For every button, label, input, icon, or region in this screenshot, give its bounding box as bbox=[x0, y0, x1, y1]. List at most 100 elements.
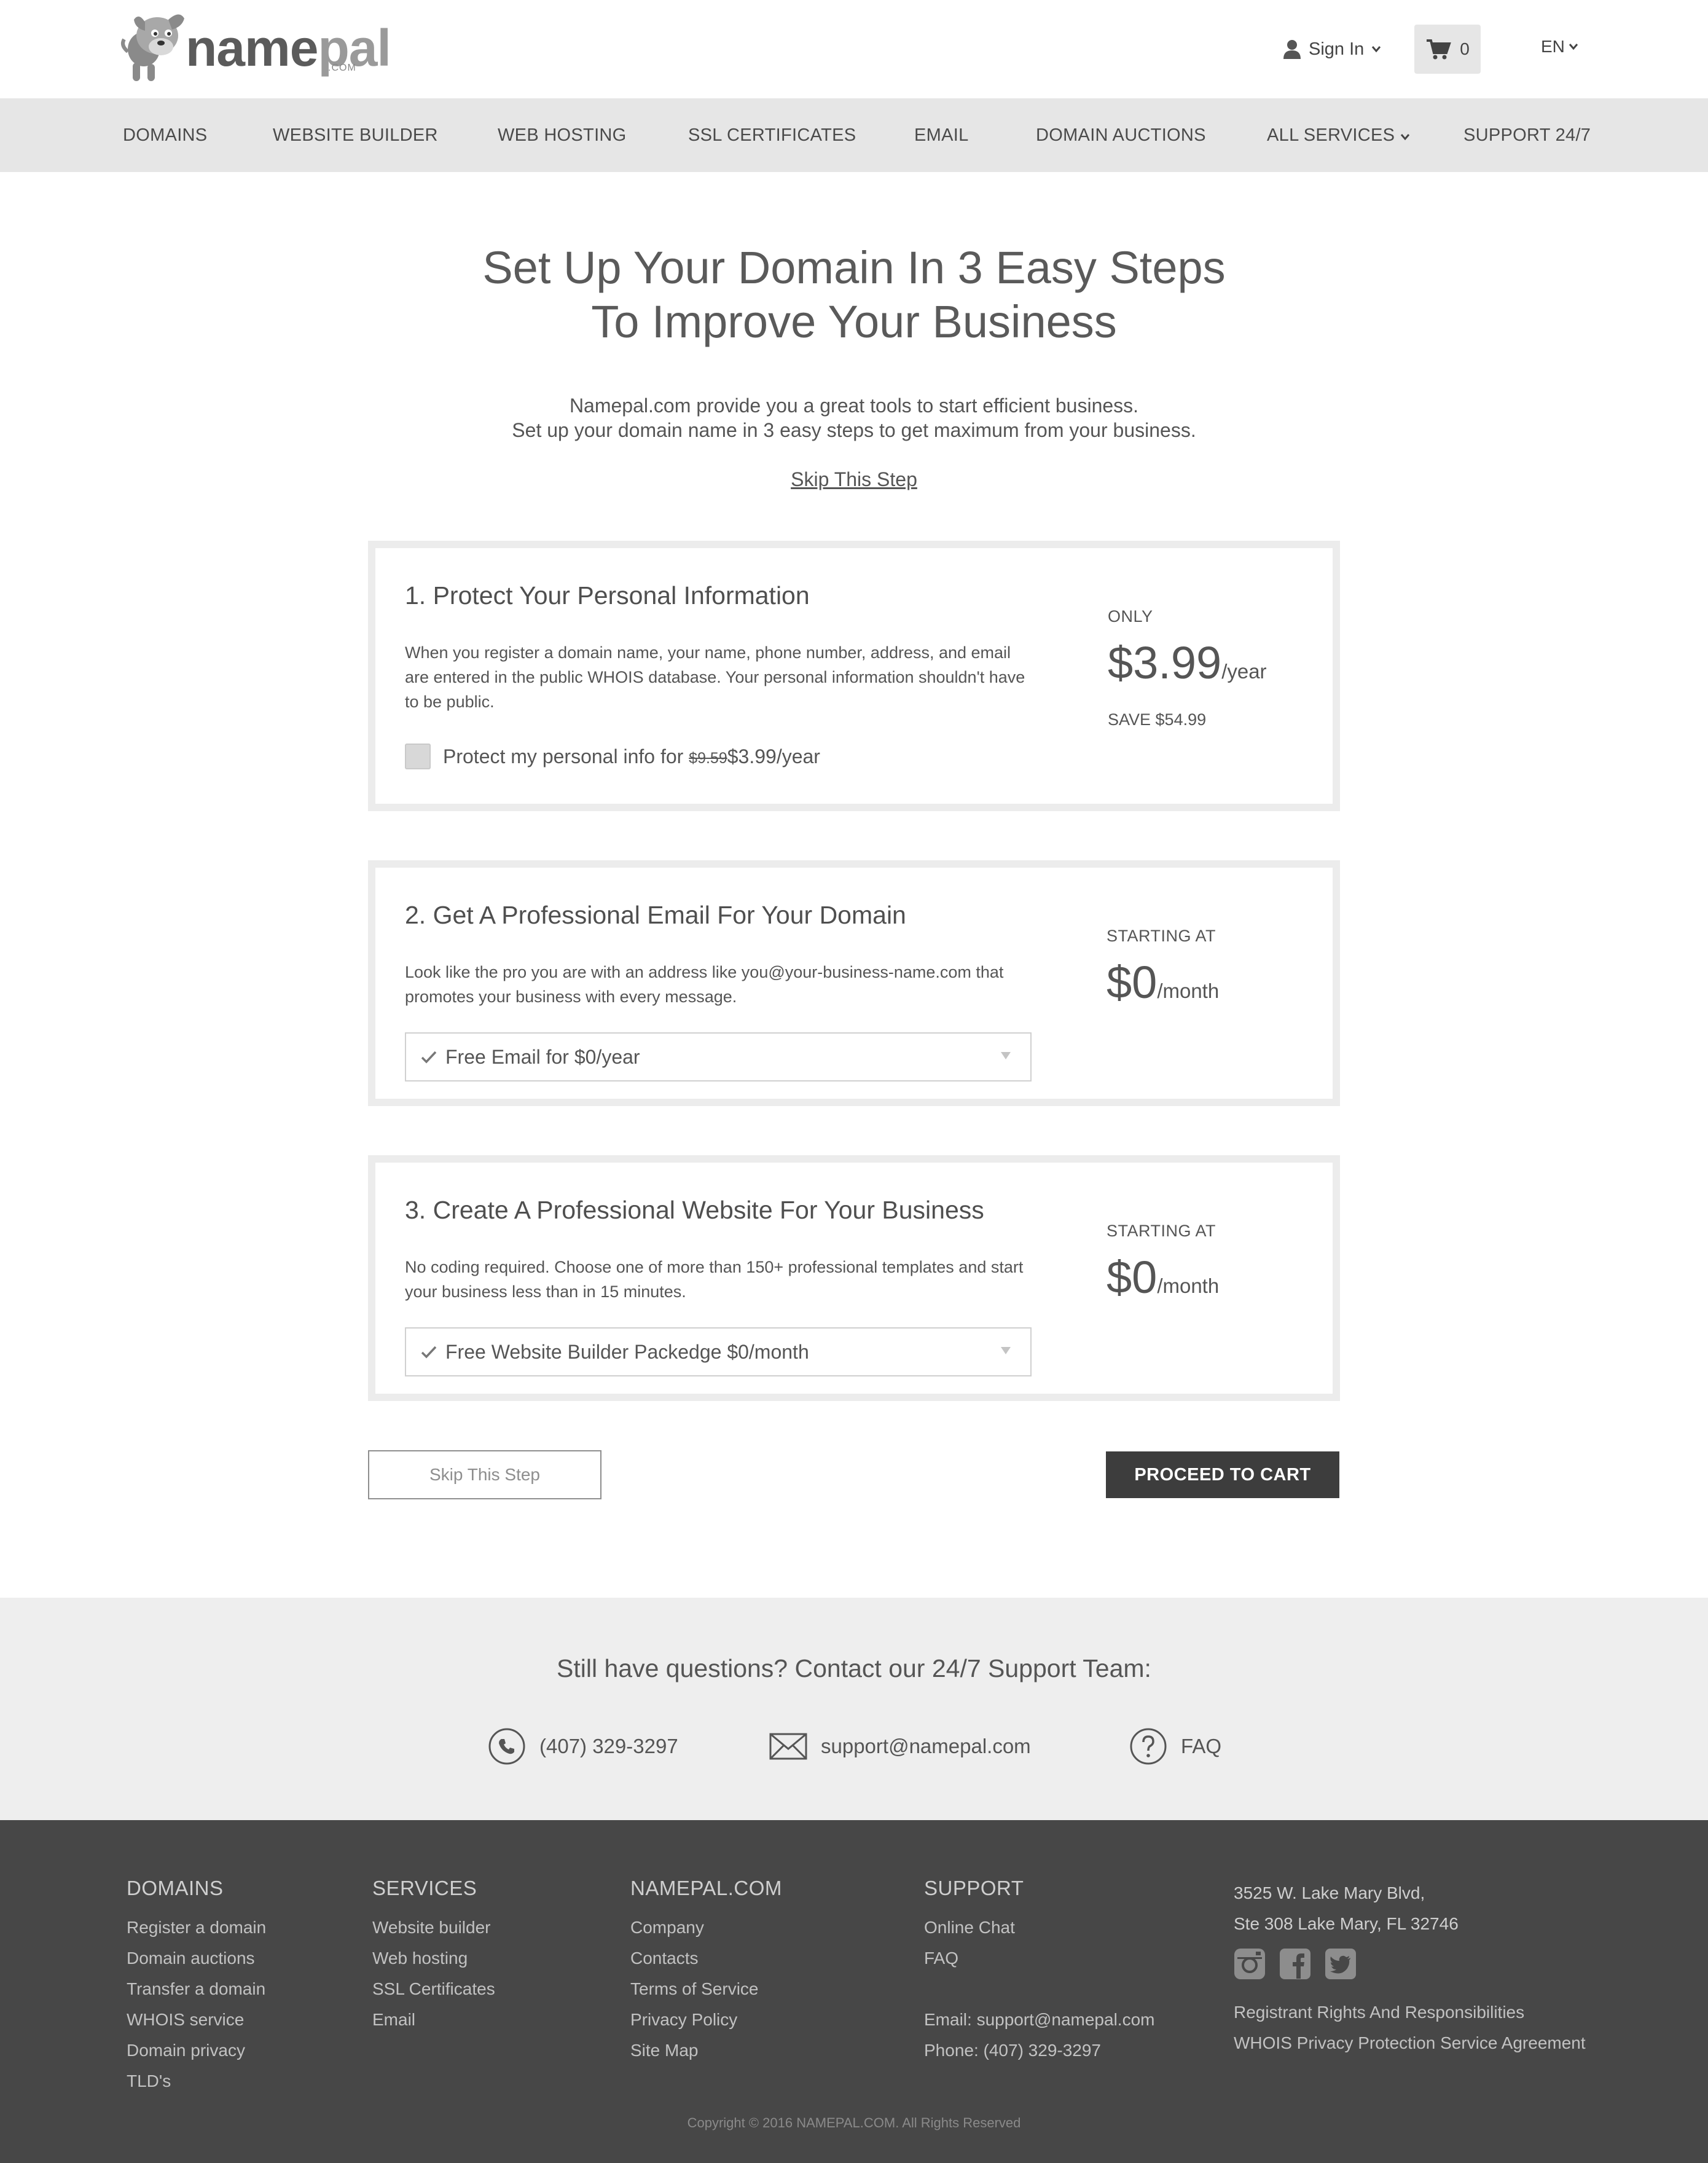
email-plan-select[interactable]: Free Email for $0/year bbox=[405, 1032, 1032, 1082]
nav-item-support[interactable]: SUPPORT 24/7 bbox=[1463, 98, 1591, 172]
support-email-address: support@namepal.com bbox=[821, 1735, 1031, 1757]
footer-link[interactable]: SSL Certificates bbox=[372, 1974, 495, 2004]
website-plan-select[interactable]: Free Website Builder Packedge $0/month bbox=[405, 1327, 1032, 1376]
page-title: Set Up Your Domain In 3 Easy Steps To Im… bbox=[0, 241, 1708, 349]
twitter-icon[interactable] bbox=[1325, 1948, 1357, 1980]
footer-heading: SUPPORT bbox=[924, 1877, 1024, 1899]
footer-legal-link[interactable]: WHOIS Privacy Protection Service Agreeme… bbox=[1234, 2028, 1586, 2059]
footer-link[interactable]: Web hosting bbox=[372, 1943, 495, 1974]
new-price: $3.99/year bbox=[727, 745, 820, 767]
cart-button[interactable]: 0 bbox=[1414, 25, 1481, 74]
dog-mascot-icon bbox=[121, 14, 184, 81]
step-price: $0/month bbox=[1107, 957, 1220, 1008]
nav-item-email[interactable]: EMAIL bbox=[914, 98, 969, 172]
proceed-to-cart-button[interactable]: PROCEED TO CART bbox=[1106, 1451, 1339, 1498]
footer-link[interactable]: Domain auctions bbox=[127, 1943, 266, 1974]
support-faq-label: FAQ bbox=[1181, 1735, 1222, 1757]
support-faq[interactable]: FAQ bbox=[1129, 1727, 1221, 1766]
step-description: When you register a domain name, your na… bbox=[405, 643, 1025, 711]
language-selector[interactable]: EN bbox=[1541, 37, 1578, 57]
page-subtitle-line1: Namepal.com provide you a great tools to… bbox=[569, 395, 1139, 417]
all-services-label: ALL SERVICES bbox=[1267, 125, 1395, 145]
skip-step-button[interactable]: Skip This Step bbox=[368, 1450, 601, 1499]
main-nav: DOMAINS WEBSITE BUILDER WEB HOSTING SSL … bbox=[0, 98, 1708, 172]
privacy-checkbox[interactable] bbox=[405, 744, 431, 769]
footer-column-domains: DOMAINS Register a domain Domain auction… bbox=[127, 1877, 266, 2097]
page-title-line1: Set Up Your Domain In 3 Easy Steps bbox=[482, 242, 1226, 293]
support-section: Still have questions? Contact our 24/7 S… bbox=[0, 1598, 1708, 1820]
footer-column-support: SUPPORT Online Chat FAQ Email: support@n… bbox=[924, 1877, 1154, 2066]
footer-link[interactable]: FAQ bbox=[924, 1943, 1154, 1974]
site-footer: DOMAINS Register a domain Domain auction… bbox=[0, 1820, 1708, 2163]
skip-step-link[interactable]: Skip This Step bbox=[791, 468, 917, 490]
logo-wordmark: namepal bbox=[186, 19, 391, 77]
cart-icon bbox=[1427, 39, 1451, 60]
question-icon bbox=[1130, 1728, 1167, 1765]
footer-link[interactable]: Privacy Policy bbox=[630, 2004, 782, 2035]
footer-heading: NAMEPAL.COM bbox=[630, 1877, 782, 1899]
user-icon bbox=[1283, 40, 1301, 59]
nav-item-website-builder[interactable]: WEBSITE BUILDER bbox=[273, 98, 438, 172]
footer-contact-phone[interactable]: Phone: (407) 329-3297 bbox=[924, 2035, 1154, 2066]
namepal-logo[interactable]: namepal .COM bbox=[120, 9, 391, 84]
step-title: 1. Protect Your Personal Information bbox=[405, 581, 810, 610]
footer-link[interactable]: Terms of Service bbox=[630, 1974, 782, 2004]
footer-contact-email[interactable]: Email: support@namepal.com bbox=[924, 2004, 1154, 2035]
footer-spacer bbox=[924, 1974, 1154, 2004]
price-label: ONLY bbox=[1108, 607, 1153, 626]
instagram-icon[interactable] bbox=[1234, 1948, 1266, 1980]
step-description: Look like the pro you are with an addres… bbox=[405, 963, 1004, 1006]
step-description: No coding required. Choose one of more t… bbox=[405, 1258, 1024, 1301]
chevron-down-icon bbox=[1372, 46, 1381, 53]
footer-link[interactable]: Domain privacy bbox=[127, 2035, 266, 2066]
footer-link[interactable]: Company bbox=[630, 1912, 782, 1943]
footer-heading: SERVICES bbox=[372, 1877, 477, 1899]
step-price: $3.99/year bbox=[1108, 637, 1267, 688]
top-header: namepal .COM Sign In 0 EN bbox=[0, 0, 1708, 98]
support-phone-number: (407) 329-3297 bbox=[539, 1735, 678, 1757]
step-title: 3. Create A Professional Website For You… bbox=[405, 1196, 984, 1224]
nav-item-web-hosting[interactable]: WEB HOSTING bbox=[498, 98, 627, 172]
address-line: Ste 308 Lake Mary, FL 32746 bbox=[1234, 1914, 1459, 1933]
footer-column-address: 3525 W. Lake Mary Blvd, Ste 308 Lake Mar… bbox=[1234, 1878, 1586, 2059]
footer-link[interactable]: Site Map bbox=[630, 2035, 782, 2066]
chevron-down-icon bbox=[1400, 134, 1409, 141]
footer-link[interactable]: Transfer a domain bbox=[127, 1974, 266, 2004]
dropdown-arrow-icon bbox=[1001, 1052, 1011, 1059]
address-line: 3525 W. Lake Mary Blvd, bbox=[1234, 1883, 1425, 1902]
savings-label: SAVE $54.99 bbox=[1108, 710, 1207, 729]
footer-link[interactable]: Contacts bbox=[630, 1943, 782, 1974]
footer-link[interactable]: Email bbox=[372, 2004, 495, 2035]
step-card-website: 3. Create A Professional Website For You… bbox=[368, 1155, 1340, 1401]
logo-suffix: .COM bbox=[328, 63, 356, 73]
website-plan-value: Free Website Builder Packedge $0/month bbox=[445, 1340, 809, 1363]
page-subtitle-line2: Set up your domain name in 3 easy steps … bbox=[512, 419, 1196, 441]
nav-item-ssl-certificates[interactable]: SSL CERTIFICATES bbox=[688, 98, 856, 172]
footer-link[interactable]: Online Chat bbox=[924, 1912, 1154, 1943]
support-title: Still have questions? Contact our 24/7 S… bbox=[557, 1654, 1151, 1682]
facebook-icon[interactable] bbox=[1279, 1948, 1311, 1980]
privacy-checkbox-label: Protect my personal info for $9.59$3.99/… bbox=[443, 745, 820, 767]
copyright: Copyright © 2016 NAMEPAL.COM. All Rights… bbox=[687, 2115, 1021, 2130]
checkmark-icon bbox=[421, 1051, 437, 1064]
support-email[interactable]: support@namepal.com bbox=[769, 1727, 1031, 1766]
footer-link[interactable]: Website builder bbox=[372, 1912, 495, 1943]
nav-item-all-services[interactable]: ALL SERVICES bbox=[1267, 98, 1410, 172]
footer-link[interactable]: Register a domain bbox=[127, 1912, 266, 1943]
footer-link[interactable]: TLD's bbox=[127, 2066, 266, 2097]
privacy-checkbox-row[interactable]: Protect my personal info for $9.59$3.99/… bbox=[405, 744, 820, 769]
cart-count: 0 bbox=[1460, 39, 1470, 58]
nav-item-domains[interactable]: DOMAINS bbox=[123, 98, 207, 172]
nav-item-domain-auctions[interactable]: DOMAIN AUCTIONS bbox=[1036, 98, 1206, 172]
sign-in-menu[interactable]: Sign In bbox=[1283, 36, 1381, 63]
step-card-privacy: 1. Protect Your Personal Information Whe… bbox=[368, 541, 1340, 811]
footer-link[interactable]: WHOIS service bbox=[127, 2004, 266, 2035]
footer-column-namepal: NAMEPAL.COM Company Contacts Terms of Se… bbox=[630, 1877, 782, 2066]
footer-heading: DOMAINS bbox=[127, 1877, 224, 1899]
footer-legal-link[interactable]: Registrant Rights And Responsibilities bbox=[1234, 1997, 1586, 2028]
checkmark-icon bbox=[421, 1346, 437, 1359]
support-phone[interactable]: (407) 329-3297 bbox=[488, 1727, 678, 1766]
price-label: STARTING AT bbox=[1107, 927, 1216, 945]
skip-step-link-wrapper: Skip This Step bbox=[0, 468, 1708, 491]
social-links bbox=[1234, 1948, 1586, 1980]
